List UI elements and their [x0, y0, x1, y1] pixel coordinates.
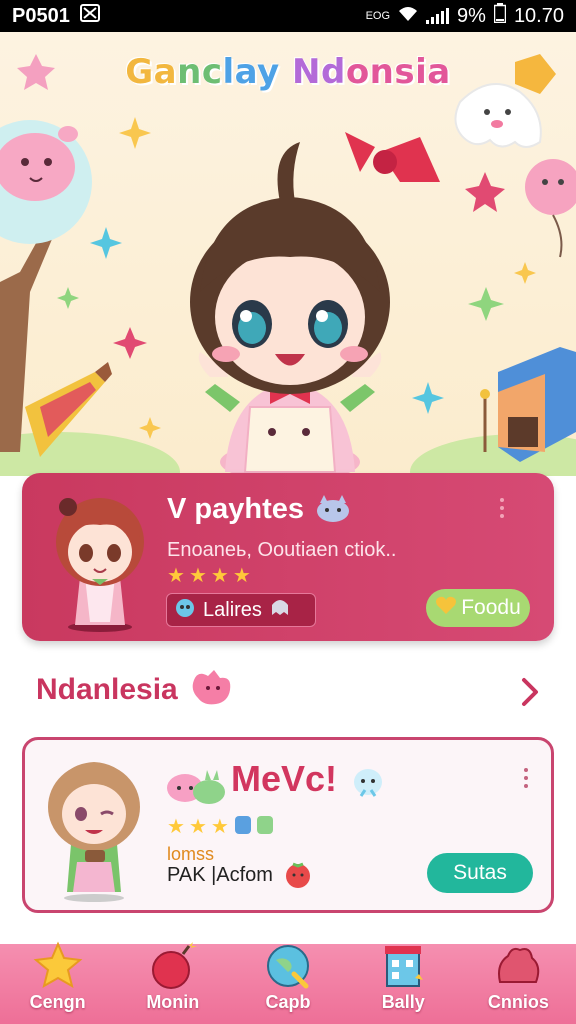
nav-label: Capb: [265, 992, 311, 1012]
game-card[interactable]: MeVc! ★ ★ ★ lomss PAK |Acfom Sutas: [22, 737, 554, 913]
ghost-icon: [268, 595, 292, 625]
featured-title: V payhtes: [167, 493, 304, 525]
notification-icon: [79, 4, 100, 28]
star-icon: ★: [210, 814, 229, 838]
carrier-label: P0501: [12, 4, 70, 27]
blob-icon: [498, 947, 540, 983]
star-icon: ★: [188, 563, 207, 587]
star-icon: [33, 941, 83, 989]
game-title: MeVc!: [231, 758, 338, 799]
wifi-icon: [398, 5, 418, 28]
hero-banner[interactable]: Ganclay Ndonsia: [0, 32, 576, 476]
featured-tag-label: Lalires: [203, 598, 262, 621]
status-bar: P0501 EOG 9% 10.70: [0, 0, 576, 32]
nav-item-cengn[interactable]: Cengn: [0, 941, 115, 1024]
game-tag: lomss: [167, 844, 215, 864]
battery-label: 9%: [457, 4, 486, 27]
tag-badges-icon: [233, 814, 277, 841]
star-icon: ★: [167, 814, 185, 838]
creature-icon: [173, 595, 197, 625]
featured-character-avatar: [40, 487, 160, 636]
battery-icon: [493, 3, 507, 29]
nav-item-capb[interactable]: Capb: [230, 944, 345, 1024]
nav-label: Cengn: [29, 992, 86, 1012]
star-icon: ★: [188, 814, 207, 838]
clock: 10.70: [513, 4, 564, 27]
featured-action-button[interactable]: Foodu: [426, 589, 530, 627]
nav-item-monin[interactable]: Monin: [115, 942, 230, 1024]
nav-item-cnnios[interactable]: Cnnios: [461, 944, 576, 1024]
star-icon: ★: [167, 563, 185, 587]
signal-icon: [426, 8, 450, 24]
featured-button-label: Foodu: [461, 596, 521, 619]
hero-illustration: [0, 54, 576, 476]
cat-face-icon: [314, 495, 352, 527]
nav-label: Monin: [146, 992, 200, 1012]
section-header: Ndanlesia: [36, 668, 234, 712]
featured-tag[interactable]: Lalires: [166, 593, 316, 627]
heart-icon: [435, 595, 457, 621]
chevron-right-icon[interactable]: [514, 672, 546, 712]
featured-game-card[interactable]: V payhtes Enoaneь, Ooutiaen ctiok.. ★ ★ …: [22, 473, 554, 641]
game-more-menu-icon[interactable]: [524, 768, 528, 788]
game-subtitle: PAK |Acfom: [167, 864, 273, 886]
heart-blob-icon: [190, 668, 234, 712]
game-character-avatar: [39, 752, 149, 906]
featured-subtitle: Enoaneь, Ooutiaen ctiok..: [167, 539, 397, 561]
globe-icon: [267, 945, 309, 989]
hero-title: Ganclay Ndonsia: [125, 52, 451, 92]
nav-item-bally[interactable]: Bally: [346, 944, 461, 1024]
slime-icon: [165, 766, 229, 810]
network-label: EOG: [365, 9, 391, 22]
star-icon: ★: [232, 563, 251, 587]
game-rating: ★ ★ ★: [167, 814, 277, 841]
bomb-icon: [151, 942, 197, 989]
bottom-nav: Cengn Monin Capb Bally Cnnios: [0, 941, 576, 1024]
smiley-icon: [351, 766, 385, 806]
game-play-button[interactable]: Sutas: [427, 853, 533, 893]
featured-rating: ★ ★ ★ ★: [167, 563, 251, 587]
section-title: Ndanlesia: [36, 673, 178, 706]
tomato-icon: [283, 860, 313, 894]
star-icon: ★: [210, 563, 229, 587]
building-icon: [385, 946, 424, 987]
nav-label: Bally: [381, 992, 425, 1012]
featured-more-menu-icon[interactable]: [500, 498, 504, 518]
nav-label: Cnnios: [487, 992, 549, 1012]
